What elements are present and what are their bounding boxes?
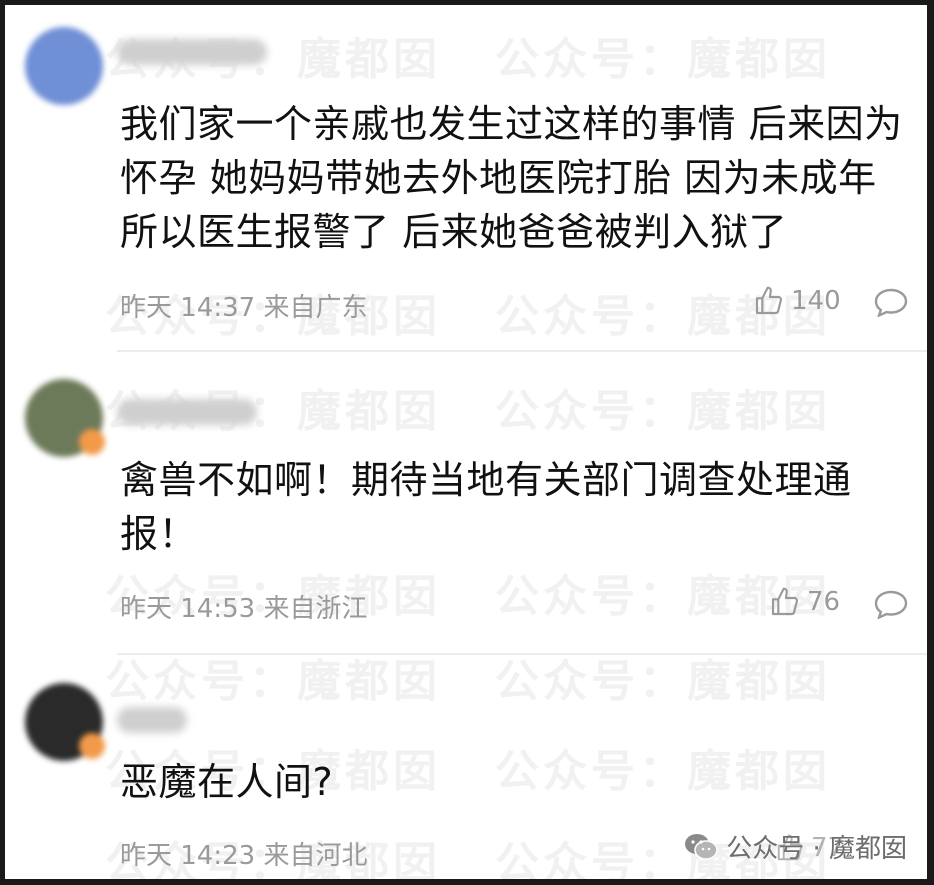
- username-blurred[interactable]: [117, 399, 257, 425]
- like-count: 140: [791, 286, 841, 316]
- comment-text: 恶魔在人间?: [120, 760, 334, 804]
- avatar-badge: [79, 429, 105, 455]
- avatar[interactable]: [25, 379, 105, 457]
- comment-item: 我们家一个亲戚也发生过这样的事情 后来因为怀孕 她妈妈带她去外地医院打胎 因为未…: [5, 5, 927, 355]
- comment-item: 禽兽不如啊！期待当地有关部门调查处理通报！ 昨天 14:53 来自浙江 76: [5, 355, 927, 655]
- comment-text: 禽兽不如啊！期待当地有关部门调查处理通报！: [120, 458, 852, 556]
- comment-meta: 昨天 14:23 来自河北: [120, 841, 368, 871]
- brand-label: 公众号 · 魔都囡: [726, 834, 907, 864]
- reply-icon[interactable]: [873, 287, 909, 317]
- avatar[interactable]: [25, 683, 105, 761]
- comment-meta: 昨天 14:53 来自浙江: [120, 594, 368, 624]
- like-button[interactable]: 140: [753, 285, 841, 317]
- source-brand: 公众号 · 魔都囡: [684, 828, 907, 865]
- like-button[interactable]: 76: [769, 586, 840, 618]
- username-blurred[interactable]: [117, 39, 267, 65]
- thumbs-up-icon: [771, 587, 799, 616]
- avatar[interactable]: [25, 27, 103, 105]
- comment-list: 公众号：魔都囡 公众号：魔都囡 公众号：魔都囡 公众号：魔都囡 公众号：魔都囡 …: [5, 5, 927, 879]
- comment-text: 我们家一个亲戚也发生过这样的事情 后来因为怀孕 她妈妈带她去外地医院打胎 因为未…: [120, 102, 903, 254]
- divider: [117, 350, 927, 352]
- username-blurred[interactable]: [117, 707, 187, 733]
- reply-icon[interactable]: [873, 589, 909, 619]
- thumbs-up-icon: [755, 286, 783, 315]
- avatar-badge: [79, 733, 105, 759]
- comment-meta: 昨天 14:37 来自广东: [120, 293, 368, 323]
- wechat-icon: [685, 833, 718, 860]
- like-count: 76: [807, 587, 841, 617]
